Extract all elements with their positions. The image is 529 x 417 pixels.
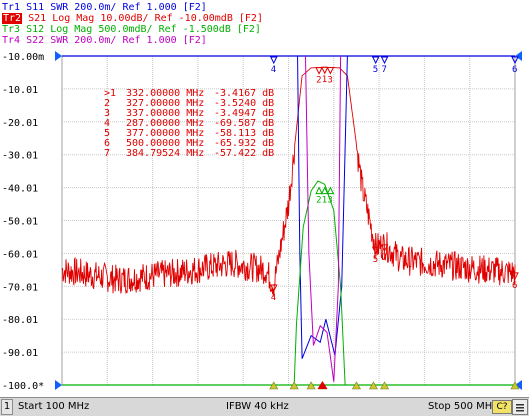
status-bar: 1 Start 100 MHz IFBW 40 kHz Stop 500 MHz… [0, 397, 529, 416]
marker-flag-label: 4 [271, 293, 276, 303]
marker-row-label: 7 [104, 148, 110, 159]
trace-legend: Tr1 S11 SWR 200.0m/ Ref 1.000 [F2] Tr2 S2… [0, 0, 529, 50]
trace-param: S11 [26, 2, 45, 13]
trace-ref: Ref 1.000 [122, 2, 177, 13]
trace-id: Tr1 [2, 2, 21, 13]
y-axis-label: -60.01 [2, 249, 38, 260]
marker-triangle-icon[interactable] [371, 56, 380, 65]
marker-triangle-icon[interactable] [380, 56, 389, 65]
marker-table: >1 332.00000 MHz -3.4167 dB2 327.00000 MHz -… [104, 88, 274, 159]
marker-flag-label: 6 [512, 281, 517, 291]
trace-id: Tr2 [2, 13, 23, 24]
trace-format: Log Mag [50, 24, 93, 35]
y-axis-label: -30.01 [2, 151, 38, 162]
trace-s22 [304, 55, 342, 382]
trace-param: S22 [26, 35, 45, 46]
start-frequency[interactable]: Start 100 MHz [18, 398, 89, 415]
y-axis-label: -10.01 [2, 85, 38, 96]
trace-ref: Ref -10.00mdB [154, 13, 233, 24]
y-axis-label: -70.01 [2, 282, 38, 293]
trace-id: Tr4 [2, 35, 21, 46]
marker-flag-label: 7 [382, 253, 387, 263]
marker-flag-label: 1 [322, 75, 327, 85]
marker-flag-label: 7 [382, 65, 387, 75]
bottom-arrow-left-icon[interactable] [55, 380, 62, 390]
marker-triangle-icon[interactable] [320, 66, 329, 75]
marker-flag-label: 2 [316, 76, 321, 86]
y-axis-label: -80.01 [2, 315, 38, 326]
y-axis-label: -100.0* [2, 381, 44, 392]
trace-format: Log Mag [52, 13, 95, 24]
trace-channel: [F2] [236, 24, 261, 35]
y-axis-label: -90.01 [2, 348, 38, 359]
marker-triangle-icon[interactable] [326, 66, 335, 75]
trace-format: SWR [50, 35, 69, 46]
marker-row-value: -57.422 dB [214, 148, 274, 159]
y-axis-label: -50.01 [2, 217, 38, 228]
trace-ref: Ref 1.000 [122, 35, 177, 46]
trace-legend-row-tr4[interactable]: Tr4 S22 SWR 200.0m/ Ref 1.000 [F2] [2, 35, 207, 47]
trace-param: S12 [26, 24, 45, 35]
marker-triangle-icon[interactable] [326, 186, 335, 195]
marker-flag-label: 4 [271, 65, 276, 75]
trace-scale: 500.0mdB/ [98, 24, 153, 35]
trace-channel: [F2] [182, 35, 207, 46]
marker-flag-label: 5 [373, 65, 378, 75]
y-axis-label: -10.00m [2, 52, 44, 63]
marker-flag-label: 2 [316, 196, 321, 206]
menu-icon [516, 404, 524, 412]
marker-flag-label: 6 [512, 65, 517, 75]
trace-channel: [F2] [238, 13, 263, 24]
trace-format: SWR [50, 2, 69, 13]
menu-button[interactable] [512, 399, 528, 415]
marker-triangle-icon[interactable] [315, 67, 323, 75]
calibration-status-badge[interactable]: C? [492, 400, 512, 414]
ref-level-arrow-right-icon[interactable] [515, 51, 522, 61]
plot-canvas[interactable]: -10.00m -10.01 -20.01 -30.01 -40.01 -50.01 -60… [0, 48, 529, 396]
trace-scale: 200.0m/ [74, 2, 117, 13]
ifbw-value[interactable]: IFBW 40 kHz [226, 398, 289, 415]
trace-id: Tr3 [2, 24, 21, 35]
ref-level-arrow-left-icon[interactable] [55, 51, 62, 61]
marker-flag-label: 5 [373, 255, 378, 265]
trace-scale: 10.00dB/ [100, 13, 149, 24]
trace-param: S21 [28, 13, 47, 24]
trace-channel: [F2] [182, 2, 207, 13]
marker-triangle-icon[interactable] [315, 186, 323, 195]
marker-flag-label: 3 [327, 196, 332, 206]
marker-triangle-icon[interactable] [269, 56, 278, 65]
y-axis-label: -40.01 [2, 184, 38, 195]
stop-frequency[interactable]: Stop 500 MHz [428, 398, 498, 415]
marker-row-freq: 384.79524 MHz [126, 148, 204, 159]
marker-flag-label: 3 [327, 75, 332, 85]
channel-indicator[interactable]: 1 [1, 399, 13, 415]
trace-scale: 200.0m/ [74, 35, 117, 46]
y-axis-label: -20.01 [2, 118, 38, 129]
plot-area[interactable]: -10.00m -10.01 -20.01 -30.01 -40.01 -50.01 -60… [0, 48, 529, 396]
marker-flag-label: 1 [322, 196, 327, 206]
trace-ref: Ref -1.500dB [158, 24, 231, 35]
